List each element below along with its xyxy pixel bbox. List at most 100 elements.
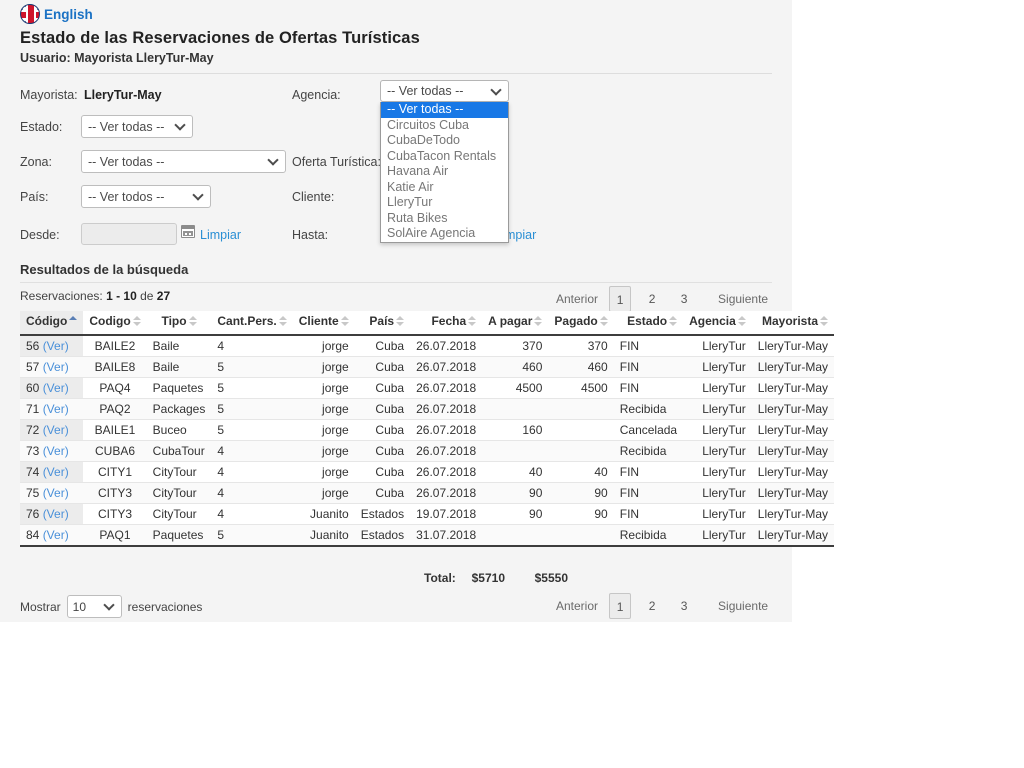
uk-flag-icon	[20, 4, 40, 24]
cell-pagado: 40	[548, 461, 614, 483]
pagination-previous[interactable]: Anterior	[550, 599, 604, 613]
cell-apagar: 90	[482, 482, 549, 504]
pagination-bottom[interactable]: Anterior 1 2 3 Siguiente	[550, 593, 774, 619]
desde-clear-link[interactable]: Limpiar	[200, 228, 241, 242]
view-link[interactable]: (Ver)	[43, 465, 69, 479]
column-header[interactable]: Pagado	[548, 311, 614, 336]
language-selector[interactable]: English	[20, 3, 93, 25]
estado-select[interactable]: -- Ver todas --	[81, 115, 193, 138]
pagination-previous[interactable]: Anterior	[550, 292, 604, 306]
cell-fecha: 26.07.2018	[410, 356, 483, 378]
pagination-top[interactable]: Anterior 1 2 3 Siguiente	[550, 286, 774, 312]
cell-pagado: 460	[548, 356, 614, 378]
column-header[interactable]: Mayorista	[751, 311, 835, 336]
pagination-page-3[interactable]: 3	[673, 597, 695, 615]
column-header[interactable]: Código	[20, 311, 84, 336]
agencia-option[interactable]: Circuitos Cuba	[381, 118, 508, 134]
cell-tipo: CityTour	[146, 461, 212, 483]
estado-label: Estado:	[20, 120, 63, 134]
agencia-dropdown[interactable]: -- Ver todas -- -- Ver todas -- Circuitos…	[380, 80, 509, 243]
view-link[interactable]: (Ver)	[43, 360, 69, 374]
cell-estado: FIN	[613, 503, 684, 525]
column-header[interactable]: País	[354, 311, 411, 336]
agencia-option[interactable]: Katie Air	[381, 180, 508, 196]
cell-apagar: 370	[482, 335, 549, 357]
cell-estado: Recibida	[613, 524, 684, 547]
view-link[interactable]: (Ver)	[43, 402, 69, 416]
cliente-label: Cliente:	[292, 190, 335, 204]
pagination-page-2[interactable]: 2	[641, 597, 663, 615]
cell-cliente: jorge	[292, 377, 355, 399]
pagination-page-1[interactable]: 1	[609, 286, 632, 312]
cell-cod: PAQ4	[83, 377, 147, 399]
cell-pagado: 90	[548, 503, 614, 525]
zona-select-value: -- Ver todas --	[88, 154, 165, 169]
pagination-page-1[interactable]: 1	[609, 593, 632, 619]
column-header[interactable]: Cliente	[292, 311, 355, 336]
view-link[interactable]: (Ver)	[43, 507, 69, 521]
hasta-clear-link[interactable]: mpiar	[505, 228, 536, 242]
agencia-option[interactable]: SolAire Agencia	[381, 226, 508, 242]
column-header-label: Cliente	[298, 314, 339, 328]
cell-pais: Cuba	[354, 440, 411, 462]
pagination-page-2[interactable]: 2	[641, 290, 663, 308]
pagination-page-3[interactable]: 3	[673, 290, 695, 308]
agencia-dropdown-list[interactable]: -- Ver todas -- Circuitos Cuba CubaDeTodo C…	[380, 102, 509, 243]
zona-select[interactable]: -- Ver todas --	[81, 150, 286, 173]
cell-fecha: 26.07.2018	[410, 335, 483, 357]
cell-cant: 4	[211, 461, 293, 483]
cell-agencia: LleryTur	[683, 335, 752, 357]
show-count-select[interactable]: 10	[66, 595, 122, 618]
agencia-option[interactable]: Ruta Bikes	[381, 211, 508, 227]
cell-agencia: LleryTur	[683, 377, 752, 399]
desde-input[interactable]	[81, 223, 177, 245]
column-header[interactable]: A pagar	[482, 311, 549, 336]
view-link[interactable]: (Ver)	[43, 486, 69, 500]
chevron-down-icon	[492, 86, 501, 95]
column-header[interactable]: Fecha	[410, 311, 483, 336]
cell-codigo: 84 (Ver)	[20, 524, 84, 547]
view-link[interactable]: (Ver)	[43, 444, 69, 458]
column-header[interactable]: Estado	[613, 311, 684, 336]
cell-apagar	[482, 398, 549, 420]
cell-fecha: 26.07.2018	[410, 419, 483, 441]
cell-agencia: LleryTur	[683, 356, 752, 378]
view-link[interactable]: (Ver)	[43, 381, 69, 395]
language-label[interactable]: English	[44, 7, 93, 22]
cell-mayorista: LleryTur-May	[751, 461, 835, 483]
cell-pais: Cuba	[354, 419, 411, 441]
agencia-option[interactable]: LleryTur	[381, 195, 508, 211]
results-count-middle: de	[140, 289, 154, 303]
pais-select[interactable]: -- Ver todos --	[81, 185, 211, 208]
cell-mayorista: LleryTur-May	[751, 524, 835, 547]
agencia-dropdown-button[interactable]: -- Ver todas --	[380, 80, 509, 102]
cell-estado: FIN	[613, 461, 684, 483]
cell-codigo: 73 (Ver)	[20, 440, 84, 462]
cell-fecha: 26.07.2018	[410, 398, 483, 420]
pagination-next[interactable]: Siguiente	[712, 292, 774, 306]
table-row: 73 (Ver) CUBA6 CubaTour 4 jorge Cuba 26.07.201…	[20, 440, 835, 462]
agencia-option[interactable]: -- Ver todas --	[381, 102, 508, 118]
column-header[interactable]: Codigo	[83, 311, 147, 336]
agencia-option[interactable]: Havana Air	[381, 164, 508, 180]
column-header[interactable]: Cant.Pers.	[211, 311, 293, 336]
cell-pais: Cuba	[354, 482, 411, 504]
column-header[interactable]: Agencia	[683, 311, 752, 336]
agencia-option[interactable]: CubaDeTodo	[381, 133, 508, 149]
cell-mayorista: LleryTur-May	[751, 503, 835, 525]
view-link[interactable]: (Ver)	[43, 423, 69, 437]
sort-icon	[468, 316, 477, 327]
pagination-next[interactable]: Siguiente	[712, 599, 774, 613]
page-title: Estado de las Reservaciones de Ofertas T…	[20, 29, 420, 47]
cell-fecha: 19.07.2018	[410, 503, 483, 525]
results-count-prefix: Reservaciones:	[20, 289, 103, 303]
view-link[interactable]: (Ver)	[43, 528, 69, 542]
view-link[interactable]: (Ver)	[43, 339, 69, 353]
cell-cant: 4	[211, 440, 293, 462]
cell-pagado	[548, 524, 614, 547]
column-header[interactable]: Tipo	[146, 311, 212, 336]
agencia-option[interactable]: CubaTacon Rentals	[381, 149, 508, 165]
reservation-id: 73	[26, 444, 43, 458]
agencia-label: Agencia:	[292, 88, 341, 102]
calendar-icon[interactable]	[181, 225, 195, 238]
